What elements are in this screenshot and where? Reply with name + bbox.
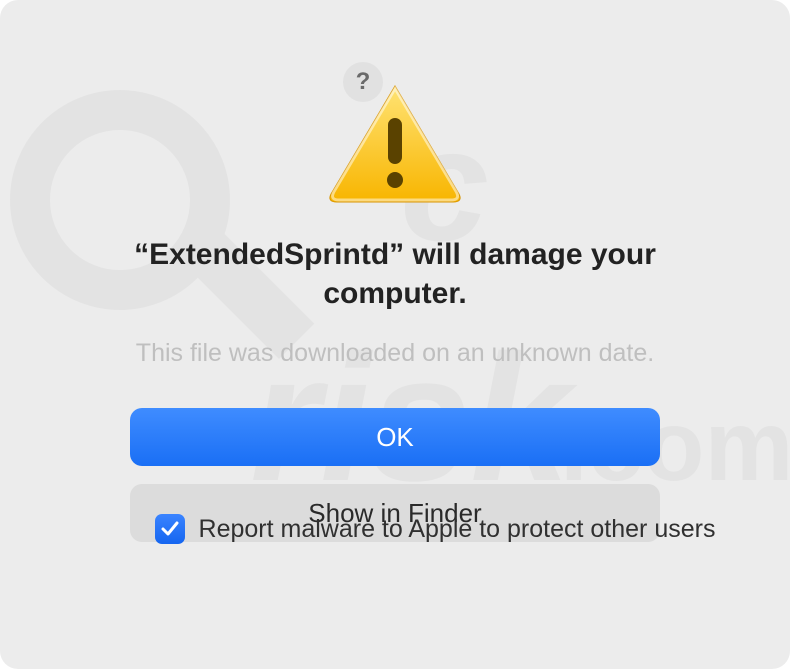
report-malware-checkbox[interactable]: [155, 514, 185, 544]
report-malware-row: Report malware to Apple to protect other…: [155, 514, 716, 544]
dialog-title: “ExtendedSprintd” will damage your compu…: [95, 235, 695, 313]
checkmark-icon: [160, 519, 180, 539]
report-malware-label: Report malware to Apple to protect other…: [199, 515, 716, 544]
dialog-subtitle: This file was downloaded on an unknown d…: [136, 339, 654, 368]
warning-icon: [325, 80, 465, 205]
ok-button[interactable]: OK: [130, 408, 660, 466]
alert-dialog: risk c .com ? “ExtendedSprintd” will dam…: [0, 0, 790, 669]
